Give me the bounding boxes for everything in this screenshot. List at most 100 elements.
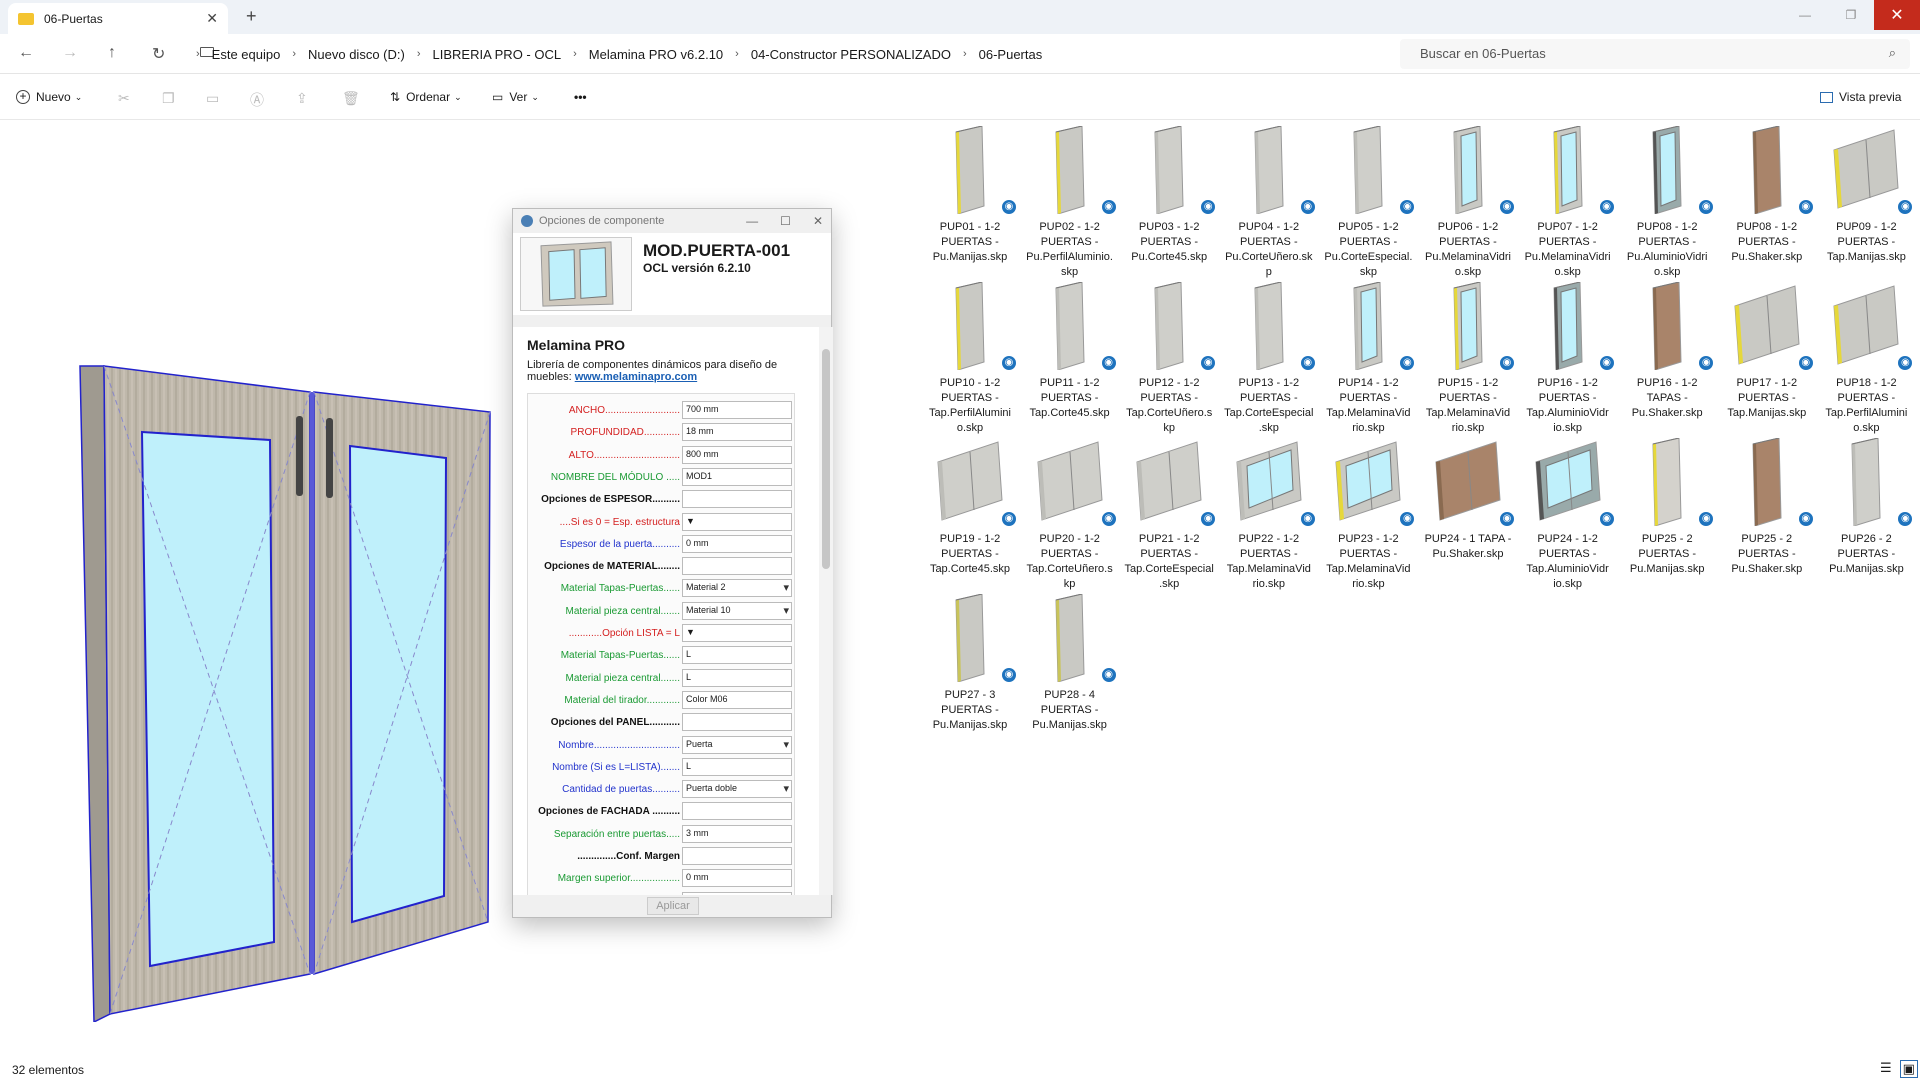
- file-item[interactable]: ◉ PUP07 - 1-2 PUERTAS - Pu.MelaminaVidri o.s…: [1518, 125, 1618, 278]
- file-item[interactable]: ◉ PUP05 - 1-2 PUERTAS - Pu.CorteEspecial. sk…: [1318, 125, 1418, 278]
- attribute-input[interactable]: [682, 847, 792, 865]
- attribute-input[interactable]: L: [682, 757, 792, 776]
- rename-icon[interactable]: Ⓐ: [250, 90, 264, 110]
- attribute-input[interactable]: ▼: [682, 512, 792, 531]
- website-link[interactable]: www.melaminapro.com: [575, 371, 697, 383]
- attribute-input[interactable]: L: [682, 668, 792, 687]
- breadcrumb-item[interactable]: Melamina PRO v6.2.10: [589, 47, 723, 62]
- file-item[interactable]: ◉ PUP23 - 1-2 PUERTAS - Tap.MelaminaVid rio.…: [1318, 438, 1418, 590]
- tab-close-icon[interactable]: ✕: [206, 10, 218, 27]
- copy-icon[interactable]: ❐: [162, 90, 175, 107]
- refresh-icon[interactable]: ↻: [152, 44, 165, 64]
- up-icon[interactable]: ↑: [108, 44, 116, 62]
- file-item[interactable]: ◉ PUP24 - 1-2 PUERTAS - Tap.AluminioVidr io.…: [1518, 438, 1618, 590]
- attribute-input[interactable]: [682, 490, 792, 509]
- file-item[interactable]: ◉ PUP20 - 1-2 PUERTAS - Tap.CorteUñero.s kp: [1020, 438, 1120, 590]
- file-item[interactable]: ◉ PUP27 - 3 PUERTAS - Pu.Manijas.skp: [920, 593, 1020, 744]
- attribute-input[interactable]: L: [682, 646, 792, 665]
- paste-icon[interactable]: ▭: [206, 90, 219, 107]
- file-item[interactable]: ◉ PUP03 - 1-2 PUERTAS - Pu.Corte45.skp: [1119, 125, 1219, 276]
- file-item[interactable]: ◉ PUP06 - 1-2 PUERTAS - Pu.MelaminaVidri o.s…: [1418, 125, 1518, 278]
- file-item[interactable]: ◉ PUP02 - 1-2 PUERTAS - Pu.PerfilAluminio. s…: [1020, 125, 1120, 278]
- file-item[interactable]: ◉ PUP25 - 2 PUERTAS - Pu.Shaker.skp: [1717, 437, 1817, 588]
- file-item[interactable]: ◉ PUP08 - 1-2 PUERTAS - Pu.AluminioVidri o.s…: [1617, 125, 1717, 278]
- breadcrumb-chevron-icon[interactable]: ›: [292, 48, 296, 60]
- dialog-maximize-button[interactable]: ☐: [780, 214, 791, 228]
- file-item[interactable]: ◉ PUP16 - 1-2 PUERTAS - Tap.AluminioVidr io.…: [1518, 281, 1618, 434]
- breadcrumb-chevron-icon[interactable]: ›: [963, 48, 967, 60]
- view-button[interactable]: ▭ Ver ⌄: [492, 90, 539, 104]
- breadcrumb-item[interactable]: 06-Puertas: [979, 47, 1043, 62]
- file-item[interactable]: ◉ PUP10 - 1-2 PUERTAS - Tap.PerfilAlumini o.…: [920, 281, 1020, 434]
- file-item[interactable]: ◉ PUP11 - 1-2 PUERTAS - Tap.Corte45.skp: [1020, 281, 1120, 432]
- file-item[interactable]: ◉ PUP26 - 2 PUERTAS - Pu.Manijas.skp: [1816, 437, 1916, 588]
- file-item[interactable]: ◉ PUP08 - 1-2 PUERTAS - Pu.Shaker.skp: [1717, 125, 1817, 276]
- file-name-line: Pu.MelaminaVidri: [1424, 251, 1511, 263]
- new-tab-button[interactable]: +: [246, 6, 257, 27]
- share-icon[interactable]: ⇪: [296, 90, 308, 107]
- attribute-input[interactable]: 3 mm: [682, 824, 792, 843]
- attribute-input[interactable]: [682, 802, 792, 821]
- restore-button[interactable]: ❐: [1828, 0, 1874, 30]
- back-icon[interactable]: ←: [18, 44, 34, 62]
- file-item[interactable]: ◉ PUP24 - 1 TAPA - Pu.Shaker.skp: [1418, 438, 1518, 588]
- forward-icon[interactable]: →: [62, 44, 78, 62]
- breadcrumb-item[interactable]: Este equipo: [212, 47, 281, 62]
- breadcrumb-chevron-icon[interactable]: ›: [735, 48, 739, 60]
- file-item[interactable]: ◉ PUP17 - 1-2 PUERTAS - Tap.Manijas.skp: [1717, 282, 1817, 432]
- attribute-input[interactable]: 18 mm: [682, 423, 792, 442]
- minimize-button[interactable]: —: [1782, 0, 1828, 30]
- breadcrumb-chevron-icon[interactable]: ›: [417, 48, 421, 60]
- tiles-view-icon[interactable]: ▣: [1899, 1060, 1918, 1078]
- file-item[interactable]: ◉ PUP18 - 1-2 PUERTAS - Tap.PerfilAlumini o.…: [1816, 282, 1916, 434]
- details-view-icon[interactable]: ☰: [1880, 1060, 1892, 1078]
- file-item[interactable]: ◉ PUP14 - 1-2 PUERTAS - Tap.MelaminaVid rio.…: [1318, 281, 1418, 434]
- tab-06-puertas[interactable]: 06-Puertas ✕: [8, 3, 228, 34]
- file-item[interactable]: ◉ PUP22 - 1-2 PUERTAS - Tap.MelaminaVid rio.…: [1219, 438, 1319, 590]
- attribute-input[interactable]: 0 mm: [682, 869, 792, 888]
- attribute-input[interactable]: [682, 713, 792, 732]
- breadcrumb-item[interactable]: Nuevo disco (D:): [308, 47, 405, 62]
- file-item[interactable]: ◉ PUP16 - 1-2 TAPAS - Pu.Shaker.skp: [1617, 281, 1717, 432]
- search-icon[interactable]: ⌕: [1889, 45, 1896, 61]
- attribute-input[interactable]: 0 mm: [682, 891, 792, 895]
- file-item[interactable]: ◉ PUP19 - 1-2 PUERTAS - Tap.Corte45.skp: [920, 438, 1020, 588]
- breadcrumb-chevron-icon[interactable]: ›: [573, 48, 577, 60]
- file-item[interactable]: ◉ PUP25 - 2 PUERTAS - Pu.Manijas.skp: [1617, 437, 1717, 588]
- dialog-minimize-button[interactable]: —: [746, 214, 758, 228]
- attribute-input[interactable]: 700 mm: [682, 401, 792, 419]
- dialog-scrollbar[interactable]: [819, 327, 833, 895]
- close-window-button[interactable]: ✕: [1874, 0, 1920, 30]
- delete-icon[interactable]: 🗑: [342, 90, 360, 107]
- attribute-input[interactable]: 800 mm: [682, 445, 792, 464]
- breadcrumb-chevron-icon[interactable]: ›: [196, 48, 200, 60]
- sort-button[interactable]: ⇅ Ordenar ⌄: [390, 90, 462, 104]
- attribute-select[interactable]: Puerta: [682, 735, 792, 754]
- attribute-select[interactable]: Puerta doble: [682, 780, 792, 799]
- breadcrumb-item[interactable]: LIBRERIA PRO - OCL: [433, 47, 562, 62]
- apply-button[interactable]: Aplicar: [647, 897, 699, 915]
- attribute-select[interactable]: Material 10: [682, 601, 792, 620]
- file-item[interactable]: ◉ PUP01 - 1-2 PUERTAS - Pu.Manijas.skp: [920, 125, 1020, 276]
- file-item[interactable]: ◉ PUP15 - 1-2 PUERTAS - Tap.MelaminaVid rio.…: [1418, 281, 1518, 434]
- dialog-close-button[interactable]: ✕: [813, 214, 823, 228]
- file-name-line: PUERTAS -: [941, 704, 999, 716]
- search-input[interactable]: Buscar en 06-Puertas ⌕: [1400, 39, 1910, 69]
- attribute-input[interactable]: Color M06: [682, 690, 792, 709]
- attribute-select[interactable]: Material 2: [682, 579, 792, 598]
- breadcrumb-item[interactable]: 04-Constructor PERSONALIZADO: [751, 47, 951, 62]
- attribute-input[interactable]: ▼: [682, 624, 792, 642]
- attribute-input[interactable]: 0 mm: [682, 534, 792, 553]
- cut-icon[interactable]: ✂: [118, 90, 130, 107]
- more-options-button[interactable]: •••: [574, 90, 587, 104]
- new-button[interactable]: + Nuevo ⌄: [16, 90, 82, 104]
- attribute-input[interactable]: [682, 557, 792, 576]
- file-item[interactable]: ◉ PUP04 - 1-2 PUERTAS - Pu.CorteUñero.sk p: [1219, 125, 1319, 278]
- file-item[interactable]: ◉ PUP28 - 4 PUERTAS - Pu.Manijas.skp: [1020, 593, 1120, 744]
- file-item[interactable]: ◉ PUP21 - 1-2 PUERTAS - Tap.CorteEspecial .s…: [1119, 438, 1219, 590]
- preview-pane-button[interactable]: Vista previa: [1820, 90, 1901, 104]
- file-item[interactable]: ◉ PUP09 - 1-2 PUERTAS - Tap.Manijas.skp: [1816, 126, 1916, 276]
- attribute-input[interactable]: MOD1: [682, 467, 792, 486]
- file-item[interactable]: ◉ PUP13 - 1-2 PUERTAS - Tap.CorteEspecial .s…: [1219, 281, 1319, 434]
- file-item[interactable]: ◉ PUP12 - 1-2 PUERTAS - Tap.CorteUñero.s kp: [1119, 281, 1219, 434]
